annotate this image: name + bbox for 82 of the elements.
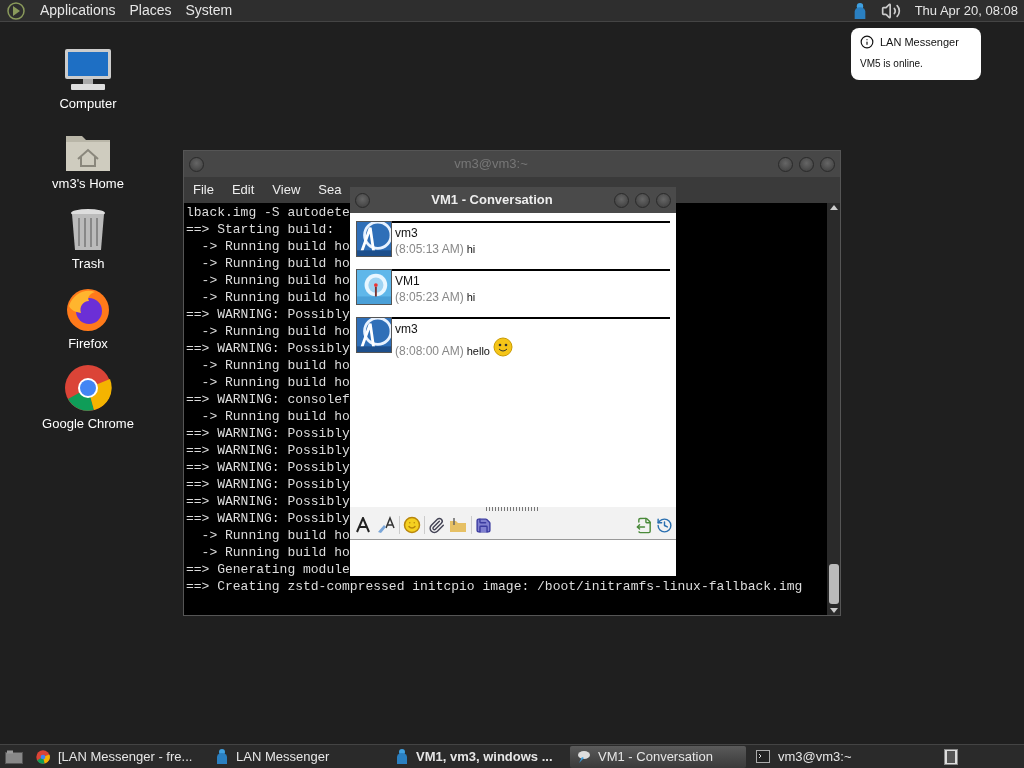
terminal-line: -> Running build ho <box>200 527 350 544</box>
menu-logo-icon[interactable] <box>6 0 26 21</box>
info-icon <box>860 35 874 50</box>
sender-name: vm3 <box>395 321 419 337</box>
font-color-icon[interactable] <box>376 515 396 535</box>
messenger-tray-icon[interactable] <box>852 2 867 19</box>
terminal-line: -> Running build ho <box>200 323 350 340</box>
terminal-line: lback.img -S autodete <box>186 204 350 221</box>
panel-menu[interactable]: System <box>185 0 233 21</box>
panel-menu[interactable]: Applications <box>40 0 116 21</box>
terminal-line: -> Running build ho <box>200 289 350 306</box>
desktop-icon-label[interactable]: Google Chrome <box>42 414 134 434</box>
notification-title: LAN Messenger <box>880 35 959 50</box>
terminal-line: -> Running build ho <box>200 238 350 255</box>
clock[interactable]: Thu Apr 20, 08:08 <box>914 0 1018 21</box>
history-icon[interactable] <box>656 516 673 534</box>
terminal-line: ==> Creating zstd-compressed initcpio image: /boot/initramfs-linux-fallback.img <box>186 578 803 595</box>
message-time: (8:05:23 AM) <box>395 289 464 305</box>
attach-file-icon[interactable] <box>428 516 445 534</box>
scroll-thumb[interactable] <box>828 564 839 604</box>
terminal-line: ==> Generating module <box>186 561 350 578</box>
computer-icon <box>63 48 113 92</box>
message-text: hi <box>466 290 476 305</box>
sender-name: vm3 <box>395 225 419 241</box>
file-transfer-icon[interactable] <box>636 516 653 534</box>
terminal-line: -> Running build ho <box>200 255 350 272</box>
taskbar-button[interactable]: VM1, vm3, windows ... <box>390 745 566 768</box>
message-text: hello <box>466 344 490 359</box>
firefox-icon <box>65 286 111 332</box>
notification-text: VM5 is online. <box>860 56 924 71</box>
sender-name: VM1 <box>395 273 421 289</box>
terminal-line: ==> WARNING: Possibly <box>186 493 350 510</box>
desktop-icon-label[interactable]: Trash <box>71 254 105 274</box>
desktop-icon-label[interactable]: Firefox <box>68 334 108 354</box>
terminal-line: ==> WARNING: Possibly <box>186 442 350 459</box>
taskbar-button[interactable]: VM1 - Conversation <box>570 745 746 768</box>
menu-item[interactable]: View <box>272 180 301 200</box>
terminal-line: ==> WARNING: Possibly <box>186 476 350 493</box>
terminal-line: ==> WARNING: consolef <box>186 391 350 408</box>
terminal-line: -> Running build ho <box>200 408 350 425</box>
menu-item[interactable]: File <box>193 180 214 200</box>
people-icon <box>396 749 408 764</box>
save-icon[interactable] <box>475 516 492 534</box>
chrome-icon <box>64 364 112 412</box>
terminal-line: ==> WARNING: Possibly <box>186 510 350 527</box>
emoticon-icon[interactable] <box>403 516 421 534</box>
people-icon <box>216 749 228 764</box>
window-title: VM1 - Conversation <box>430 191 554 210</box>
terminal-icon <box>756 750 770 763</box>
scroll-up-icon[interactable] <box>829 205 838 210</box>
font-icon[interactable] <box>353 515 373 535</box>
desktop-icon-label[interactable]: Computer <box>59 94 117 114</box>
message-text: hi <box>466 242 476 257</box>
terminal-line: ==> WARNING: Possibly <box>186 340 350 357</box>
chrome-icon <box>36 749 50 764</box>
menu-item[interactable]: Sea <box>318 180 342 200</box>
panel-menu[interactable]: Places <box>129 0 172 21</box>
terminal-line: ==> WARNING: Possibly <box>186 459 350 476</box>
terminal-line: -> Running build ho <box>200 374 350 391</box>
trash-icon <box>69 208 107 252</box>
terminal-line: -> Running build ho <box>200 357 350 374</box>
splitter-handle[interactable] <box>486 507 540 511</box>
message-time: (8:08:00 AM) <box>395 343 464 359</box>
terminal-line: -> Running build ho <box>200 544 350 561</box>
chat-icon <box>576 749 590 764</box>
message-time: (8:05:13 AM) <box>395 241 464 257</box>
desktop-icon-label[interactable]: vm3's Home <box>52 174 124 194</box>
workspace-icon[interactable] <box>944 748 958 765</box>
taskbar-button[interactable]: [LAN Messenger - fre... <box>30 745 206 768</box>
taskbar-button[interactable]: vm3@vm3:~ <box>750 745 926 768</box>
volume-icon[interactable] <box>880 0 901 21</box>
terminal-line: ==> Starting build: <box>186 221 335 238</box>
taskbar-button[interactable]: LAN Messenger <box>210 745 386 768</box>
scroll-down-icon[interactable] <box>829 608 838 613</box>
terminal-line: ==> WARNING: Possibly <box>186 306 350 323</box>
terminal-line: -> Running build ho <box>200 272 350 289</box>
menu-item[interactable]: Edit <box>231 180 255 200</box>
terminal-line: ==> WARNING: Possibly <box>186 425 350 442</box>
message-input[interactable] <box>350 540 676 576</box>
show-desktop-icon[interactable] <box>2 749 26 764</box>
scrollbar[interactable] <box>827 203 840 615</box>
smiley-icon <box>492 337 513 357</box>
